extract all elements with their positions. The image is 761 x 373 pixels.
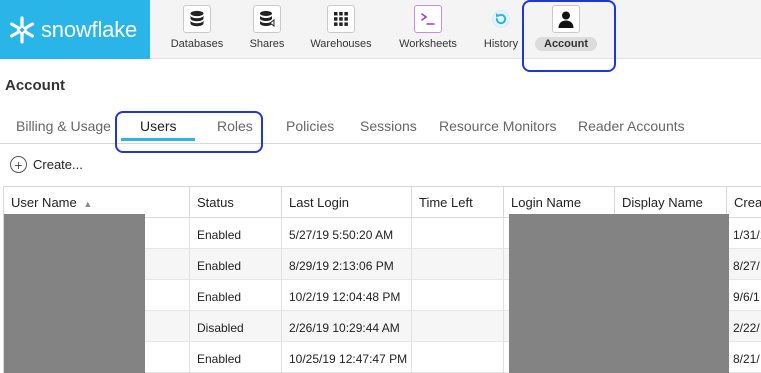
last-login-cell: 5/27/19 5:50:20 AM [282,218,412,249]
created-cell: 2/22/ [727,311,761,342]
snowflake-logo[interactable]: snowflake [0,0,150,59]
page-title: Account [5,77,65,94]
last-login-cell: 2/26/19 10:29:44 AM [282,311,412,342]
tab-billing-usage[interactable]: Billing & Usage [16,118,111,134]
nav-worksheets-label: Worksheets [399,38,457,50]
history-icon [487,5,515,33]
time-left-cell [412,280,504,311]
time-left-cell [412,218,504,249]
last-login-cell: 8/29/19 2:13:06 PM [282,249,412,280]
tab-sessions[interactable]: Sessions [360,118,417,134]
status-cell: Enabled [190,342,282,373]
sort-ascending-icon: ▲ [83,199,93,209]
users-table: User Name ▲ Status Last Login Time Left … [3,186,761,373]
nav-history[interactable]: History [481,0,521,59]
create-button[interactable]: + Create... [10,156,83,173]
time-left-cell [412,342,504,373]
tab-reader-accounts[interactable]: Reader Accounts [578,118,685,134]
worksheet-icon [414,5,442,33]
tab-resource-monitors[interactable]: Resource Monitors [439,118,557,134]
column-header-status[interactable]: Status [190,187,282,218]
shares-icon [253,5,281,33]
nav-shares-label: Shares [249,38,285,50]
created-cell: 9/6/1 [727,280,761,311]
status-cell: Enabled [190,280,282,311]
time-left-cell [412,311,504,342]
column-header-created[interactable]: Crea [727,187,761,218]
status-cell: Enabled [190,249,282,280]
last-login-cell: 10/2/19 12:04:48 PM [282,280,412,311]
tabs-highlight-box [115,111,263,153]
nav-warehouses-label: Warehouses [310,38,372,50]
top-nav-bar: snowflake Databases Shares Warehouses Wo… [0,0,761,59]
nav-worksheets[interactable]: Worksheets [396,0,460,59]
status-cell: Enabled [190,218,282,249]
nav-history-label: History [483,38,519,50]
account-highlight-box [522,0,616,72]
created-cell: 1/31/1 [727,218,761,249]
redacted-user-names [4,214,145,373]
column-header-time-left[interactable]: Time Left [412,187,504,218]
column-header-label: User Name [11,195,77,210]
tab-policies[interactable]: Policies [286,118,334,134]
created-cell: 8/21/ [727,342,761,373]
time-left-cell [412,249,504,280]
brand-name: snowflake [41,16,138,42]
last-login-cell: 10/25/19 12:47:47 PM [282,342,412,373]
snowflake-icon [9,15,34,44]
nav-shares[interactable]: Shares [243,0,291,59]
column-header-last-login[interactable]: Last Login [282,187,412,218]
plus-circle-icon: + [10,156,27,173]
create-label: Create... [33,157,83,172]
warehouse-icon [327,5,355,33]
redacted-login-display-names [509,214,729,373]
nav-databases[interactable]: Databases [168,0,226,59]
created-cell: 8/27/ [727,249,761,280]
nav-warehouses[interactable]: Warehouses [307,0,375,59]
nav-databases-label: Databases [170,38,224,50]
status-cell: Disabled [190,311,282,342]
database-icon [183,5,211,33]
